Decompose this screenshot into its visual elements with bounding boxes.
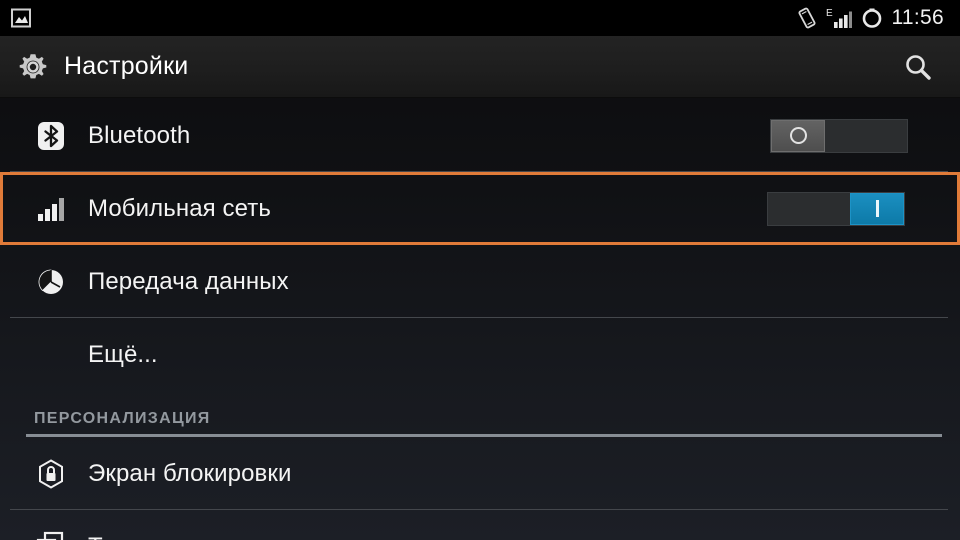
settings-list[interactable]: Bluetooth Мобильная сеть Передача данных… — [0, 99, 960, 540]
settings-row-themes[interactable]: Темы — [0, 510, 960, 540]
settings-row-data-usage[interactable]: Передача данных — [0, 245, 960, 318]
bluetooth-icon — [34, 119, 68, 153]
battery-circle-icon — [861, 7, 883, 29]
settings-row-mobile-network[interactable]: Мобильная сеть — [0, 172, 960, 245]
signal-bars-icon — [34, 192, 68, 226]
settings-row-label: Экран блокировки — [88, 459, 292, 487]
section-header-label: ПЕРСОНАЛИЗАЦИЯ — [34, 410, 211, 427]
signal-bars-icon: E — [826, 7, 853, 29]
settings-row-label: Темы — [88, 533, 149, 540]
status-bar-indicators: E 11:56 — [797, 6, 960, 30]
settings-row-label: Передача данных — [88, 267, 289, 295]
svg-text:E: E — [826, 8, 833, 19]
status-bar-clock: 11:56 — [891, 6, 944, 29]
vibrate-icon — [797, 6, 817, 30]
lock-hexagon-icon — [34, 457, 68, 491]
gear-icon — [16, 50, 50, 84]
settings-row-more[interactable]: Ещё... — [0, 318, 960, 391]
toggle-thumb — [771, 119, 825, 152]
search-icon[interactable] — [898, 47, 938, 87]
section-header-personalization: ПЕРСОНАЛИЗАЦИЯ — [0, 391, 960, 437]
gallery-icon — [10, 8, 32, 28]
settings-row-lock-screen[interactable]: Экран блокировки — [0, 437, 960, 510]
toggle-on-glyph — [875, 200, 879, 217]
toggle-off-glyph — [789, 127, 807, 144]
android-settings-screen: E 11:56 Настройки Bluetooth Мобильная се… — [0, 0, 960, 540]
themes-icon — [34, 530, 68, 540]
settings-row-bluetooth[interactable]: Bluetooth — [0, 99, 960, 172]
settings-row-label: Мобильная сеть — [88, 194, 271, 222]
mobile-network-toggle[interactable] — [767, 191, 905, 226]
action-bar: Настройки — [0, 36, 960, 98]
bluetooth-toggle[interactable] — [770, 118, 908, 153]
status-bar-notifications — [0, 8, 32, 28]
toggle-thumb — [850, 192, 904, 225]
data-usage-icon — [34, 265, 68, 299]
status-bar: E 11:56 — [0, 0, 960, 36]
settings-row-label: Bluetooth — [88, 121, 191, 149]
settings-row-label: Ещё... — [88, 340, 158, 368]
page-title: Настройки — [64, 52, 189, 80]
